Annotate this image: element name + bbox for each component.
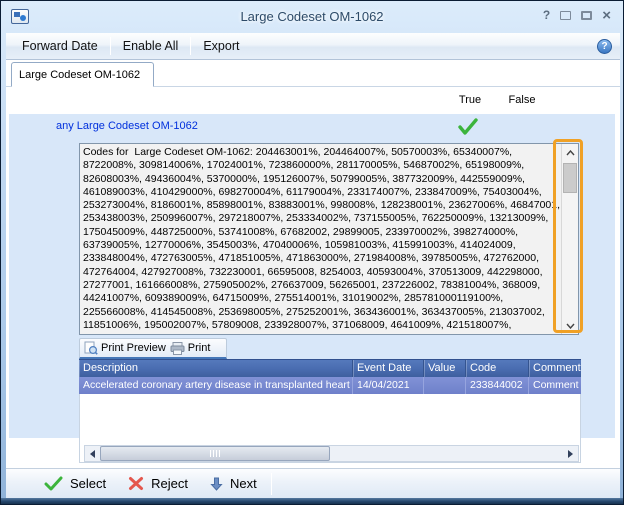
next-label: Next [230, 476, 257, 491]
code-line: 253438003%, 250996007%, 297218007%, 2533… [83, 212, 558, 225]
code-line: 11851006%, 195002007%, 57809008, 2339280… [83, 319, 558, 332]
true-column-header: True [449, 94, 491, 106]
column-header-description[interactable]: Description [79, 360, 353, 377]
help-icon[interactable]: ? [597, 39, 612, 54]
print-icon [170, 342, 185, 355]
cell-value [424, 377, 466, 394]
cell-event-date: 14/04/2021 [353, 377, 424, 394]
toolbar-separator [110, 37, 111, 55]
reject-label: Reject [151, 476, 188, 491]
main-toolbar: Forward Date Enable All Export ? [6, 33, 620, 60]
export-button[interactable]: Export [193, 35, 249, 57]
window-title: Large Codeset OM-1062 [1, 9, 623, 24]
cell-comments: Comment 1 [529, 377, 581, 394]
print-preview-label: Print Preview [101, 342, 166, 354]
codes-textbox[interactable]: Codes for Large Codeset OM-1062: 2044630… [79, 143, 579, 335]
tab-large-codeset[interactable]: Large Codeset OM-1062 [11, 62, 154, 87]
column-header-value[interactable]: Value [424, 360, 466, 377]
close-icon[interactable]: × [602, 10, 611, 21]
maximize-icon[interactable] [581, 11, 592, 20]
results-table-header: Description Event Date Value Code Commen… [79, 359, 581, 377]
code-line: 27277001, 161666008%, 275905002%, 276637… [83, 279, 558, 292]
reject-button[interactable]: Reject [128, 476, 188, 491]
footer-toolbar: Select Reject Next [6, 468, 620, 498]
code-line: 82608003%, 49436004%, 5370000%, 19512600… [83, 173, 558, 186]
reject-x-icon [128, 476, 144, 491]
footer-separator [271, 473, 272, 495]
code-line: 233848004%, 472763005%, 471851005%, 4718… [83, 252, 558, 265]
code-line: 461089003%, 410429000%, 698270004%, 6117… [83, 186, 558, 199]
scrollbar-highlight-ring [553, 139, 583, 333]
code-line: 44241007%, 609389009%, 64715009%, 275514… [83, 292, 558, 305]
code-line: 63739005%, 12770006%, 3545003%, 47040006… [83, 239, 558, 252]
select-label: Select [70, 476, 106, 491]
fullscreen-icon[interactable] [560, 11, 571, 20]
code-line: 225566008%, 414545008%, 253698005%, 2752… [83, 306, 558, 319]
print-preview-button[interactable]: Print Preview [84, 341, 166, 355]
tab-label: Large Codeset OM-1062 [19, 69, 140, 81]
next-down-arrow-icon [210, 477, 223, 491]
code-line: Codes for Large Codeset OM-1062: 2044630… [83, 146, 558, 159]
h-scrollbar-thumb[interactable] [100, 446, 330, 461]
window-bottom-frame [1, 498, 624, 505]
scroll-left-icon[interactable] [85, 446, 100, 461]
true-check-icon[interactable] [457, 118, 479, 136]
cell-description: Accelerated coronary artery disease in t… [79, 377, 353, 394]
false-column-header: False [500, 94, 544, 106]
criteria-row-label: any Large Codeset OM-1062 [56, 120, 198, 132]
code-line: 8722008%, 309814006%, 17024001%, 7238600… [83, 159, 558, 172]
print-label: Print [188, 342, 211, 354]
column-header-event-date[interactable]: Event Date [353, 360, 424, 377]
titlebar-help-icon[interactable]: ? [543, 8, 550, 22]
column-header-code[interactable]: Code [466, 360, 529, 377]
cell-code: 233844002 [466, 377, 529, 394]
print-toolbar: Print Preview Print [79, 338, 227, 359]
toolbar-separator [190, 37, 191, 55]
print-preview-icon [84, 341, 98, 355]
column-header-comments[interactable]: Comments [529, 360, 581, 377]
enable-all-button[interactable]: Enable All [113, 35, 189, 57]
forward-date-button[interactable]: Forward Date [12, 35, 108, 57]
window-controls: ? × [543, 8, 611, 22]
code-line: 472764004, 427927008%, 732230001, 665950… [83, 266, 558, 279]
dialog-window: Large Codeset OM-1062 ? × Forward Date E… [0, 0, 624, 505]
table-horizontal-scrollbar[interactable] [84, 445, 579, 462]
select-check-icon [44, 476, 63, 492]
code-line: 253273004%, 8186001%, 85898001%, 8388300… [83, 199, 558, 212]
table-row-selected[interactable]: Accelerated coronary artery disease in t… [79, 377, 581, 394]
code-line: 175045009%, 448725000%, 53741008%, 67682… [83, 226, 558, 239]
select-button[interactable]: Select [44, 476, 106, 492]
print-button[interactable]: Print [170, 342, 211, 355]
next-button[interactable]: Next [210, 476, 257, 491]
scroll-right-icon[interactable] [563, 446, 578, 461]
